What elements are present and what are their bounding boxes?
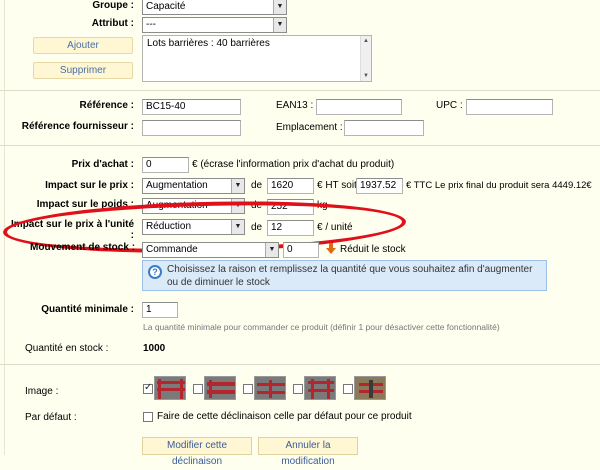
ean13-label: EAN13 :: [276, 100, 314, 111]
min-qty-label: Quantité minimale :: [41, 304, 134, 315]
impact-price-label: Impact sur le prix :: [45, 180, 134, 191]
impact-price-input[interactable]: 1620: [267, 178, 314, 194]
product-thumbnail: [254, 376, 286, 400]
attribut-select[interactable]: --- ▼: [142, 17, 287, 33]
stock-info-text: Choisissez la raison et remplissez la qu…: [167, 264, 533, 288]
min-qty-input[interactable]: 1: [142, 302, 178, 318]
remove-attribute-button[interactable]: Supprimer: [33, 62, 133, 79]
ean13-input[interactable]: [316, 99, 402, 115]
modify-combination-button[interactable]: Modifier cette déclinaison: [142, 437, 252, 467]
stock-movement-input[interactable]: 0: [283, 242, 319, 258]
divider: [0, 90, 600, 91]
ht-soit-text: € HT soit: [317, 180, 357, 191]
min-qty-hint: La quantité minimale pour commander ce p…: [143, 322, 500, 332]
supplier-reference-label: Référence fournisseur :: [21, 121, 134, 132]
impact-price-de: de: [251, 180, 263, 191]
chevron-down-icon: ▼: [265, 243, 278, 257]
attribute-list-item[interactable]: Lots barrières : 40 barrières: [147, 38, 367, 50]
arrow-down-icon: [326, 243, 336, 254]
default-label: Par défaut :: [25, 412, 77, 423]
purchase-price-input[interactable]: 0: [142, 157, 189, 173]
image-checkbox[interactable]: [293, 384, 303, 394]
groupe-label: Groupe :: [92, 0, 134, 11]
stock-qty-label: Quantité en stock :: [25, 343, 109, 354]
image-checkbox[interactable]: [243, 384, 253, 394]
impact-price-select-value: Augmentation: [146, 180, 208, 191]
stock-movement-select-value: Commande: [146, 244, 198, 255]
scroll-down-icon[interactable]: ▼: [361, 71, 371, 81]
image-checkbox[interactable]: [193, 384, 203, 394]
reference-label: Référence :: [79, 100, 134, 111]
location-input[interactable]: [344, 120, 424, 136]
product-thumbnail: [354, 376, 386, 400]
impact-price-select[interactable]: Augmentation ▼: [142, 178, 245, 194]
combination-edit-form: Groupe : Capacité ▼ Attribut : --- ▼ Ajo…: [0, 0, 600, 467]
purchase-price-label: Prix d'achat :: [71, 159, 134, 170]
chevron-down-icon: ▼: [273, 18, 286, 32]
divider: [0, 364, 600, 365]
location-label: Emplacement :: [276, 122, 343, 133]
purchase-price-note: € (écrase l'information prix d'achat du …: [192, 159, 395, 170]
default-checkbox-label: Faire de cette déclinaison celle par déf…: [157, 411, 412, 422]
product-thumbnail: [154, 376, 186, 400]
chevron-down-icon: ▼: [273, 0, 286, 14]
reference-input[interactable]: BC15-40: [142, 99, 241, 115]
stock-movement-action: Réduit le stock: [340, 244, 406, 255]
product-thumbnail: [204, 376, 236, 400]
chevron-down-icon: ▼: [231, 179, 244, 193]
ttc-price-input[interactable]: 1937.52: [356, 178, 403, 194]
help-icon: ?: [148, 265, 162, 279]
scroll-up-icon[interactable]: ▲: [361, 36, 371, 46]
stock-movement-select[interactable]: Commande ▼: [142, 242, 279, 258]
stock-movement-label: Mouvement de stock :: [30, 242, 136, 253]
image-checkbox[interactable]: [343, 384, 353, 394]
cancel-modification-button[interactable]: Annuler la modification: [258, 437, 358, 467]
attribute-list[interactable]: Lots barrières : 40 barrières ▲ ▼: [142, 35, 372, 82]
supplier-reference-input[interactable]: [142, 120, 241, 136]
divider: [0, 145, 600, 146]
image-label: Image :: [25, 386, 59, 397]
product-thumbnail: [304, 376, 336, 400]
add-attribute-button[interactable]: Ajouter: [33, 37, 133, 54]
upc-input[interactable]: [466, 99, 553, 115]
upc-label: UPC :: [436, 100, 463, 111]
groupe-select[interactable]: Capacité ▼: [142, 0, 287, 15]
stock-info-box: ? Choisissez la raison et remplissez la …: [142, 260, 547, 291]
groupe-select-value: Capacité: [146, 1, 186, 12]
stock-qty-value: 1000: [143, 343, 166, 354]
attribut-select-value: ---: [146, 19, 156, 30]
attribut-label: Attribut :: [91, 18, 134, 29]
attribute-list-scrollbar[interactable]: ▲ ▼: [360, 36, 371, 81]
default-checkbox[interactable]: [143, 412, 153, 422]
ttc-note: € TTC Le prix final du produit sera 4449…: [406, 180, 592, 191]
image-checkbox[interactable]: [143, 382, 153, 394]
